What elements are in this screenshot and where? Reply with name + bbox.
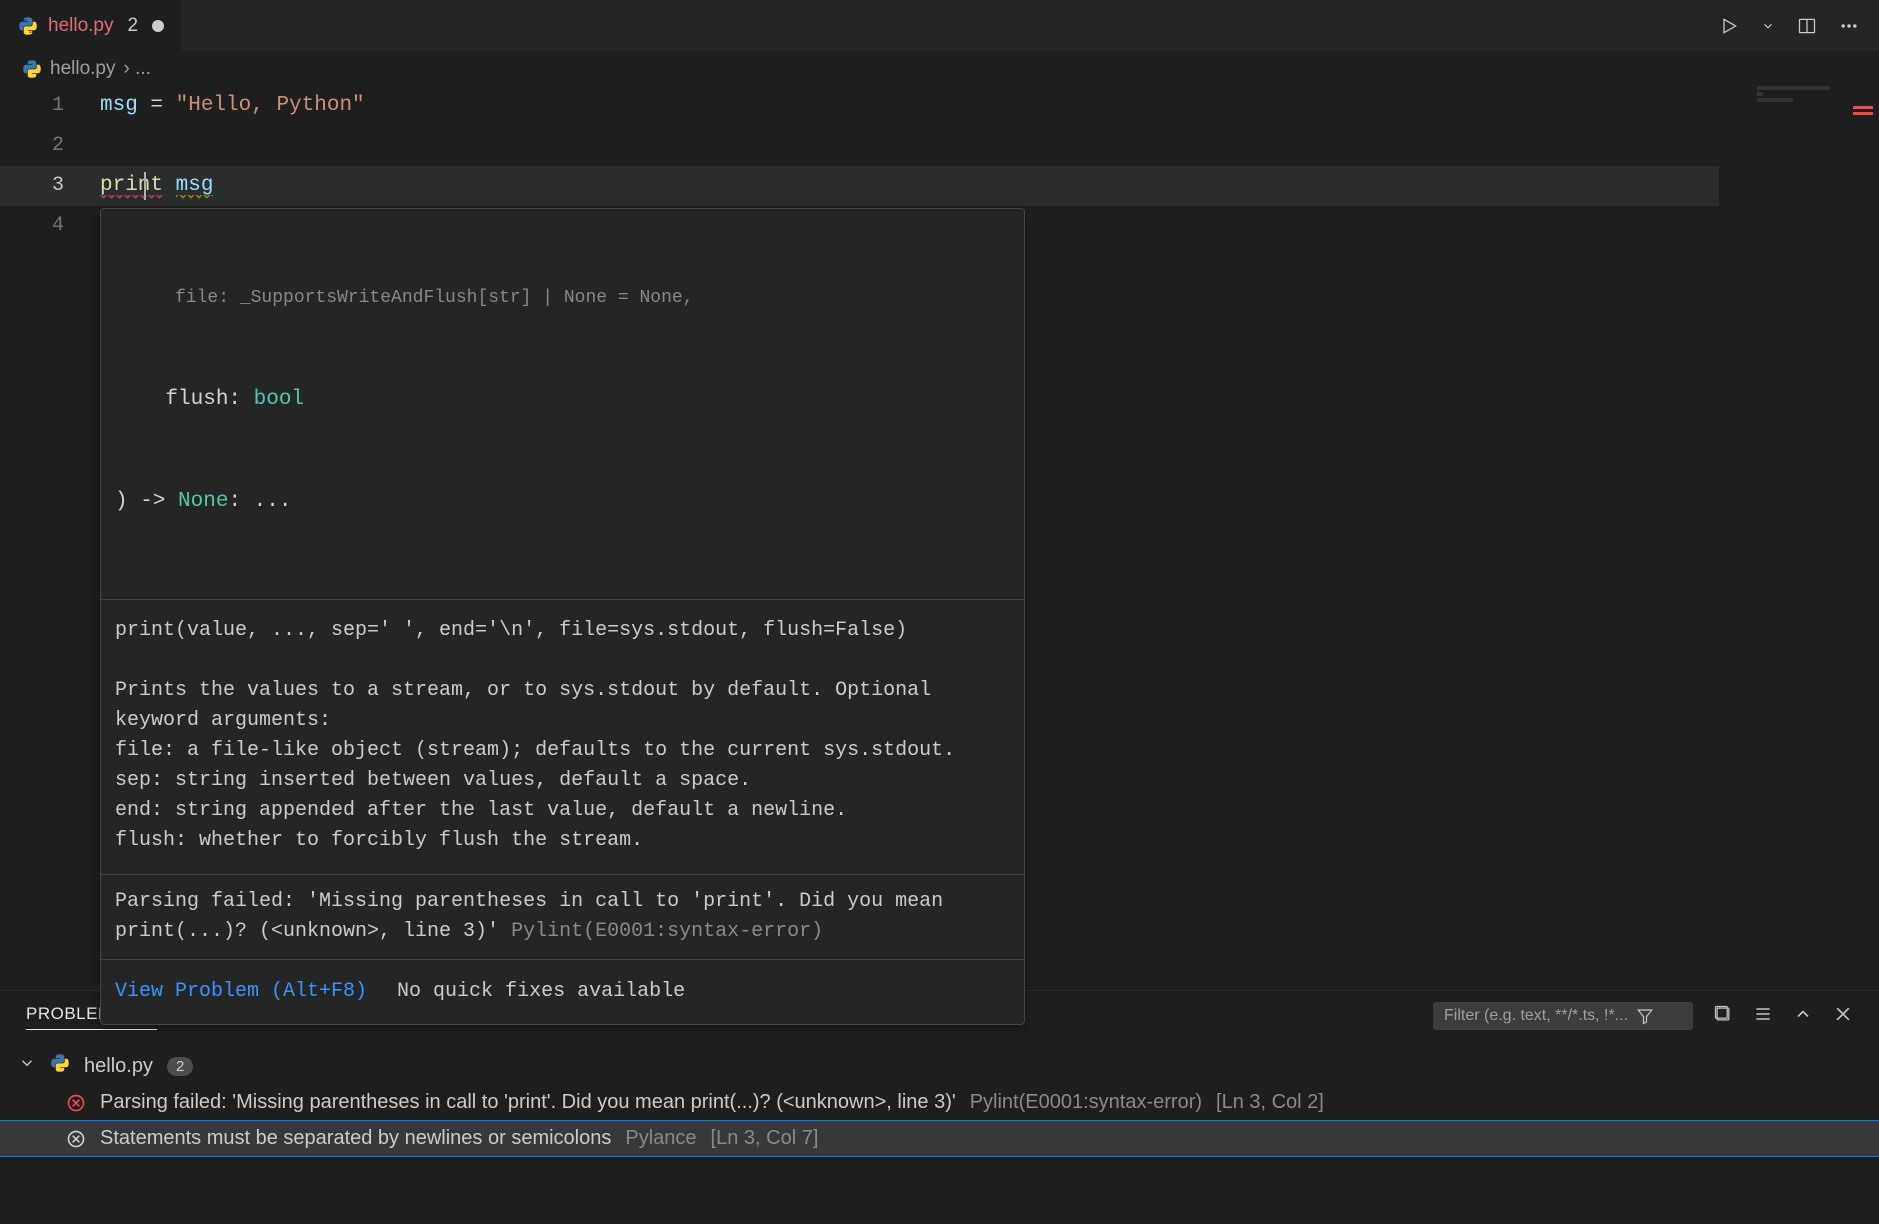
more-actions-icon[interactable] xyxy=(1839,16,1859,36)
chevron-down-icon xyxy=(18,1054,36,1078)
no-quick-fix-label: No quick fixes available xyxy=(397,972,685,1012)
tab-filename: hello.py xyxy=(48,15,114,37)
code-line-1[interactable]: msg = "Hello, Python" xyxy=(100,86,1879,126)
problem-item[interactable]: Parsing failed: 'Missing parentheses in … xyxy=(18,1085,1861,1120)
problems-file-count: 2 xyxy=(167,1057,193,1076)
python-icon xyxy=(50,1053,70,1079)
text-cursor xyxy=(144,172,146,200)
problems-file-row[interactable]: hello.py 2 xyxy=(18,1047,1861,1085)
split-editor-icon[interactable] xyxy=(1797,16,1817,36)
view-problem-link[interactable]: View Problem (Alt+F8) xyxy=(115,972,367,1012)
editor[interactable]: 1 2 3 4 msg = "Hello, Python" print msg … xyxy=(0,86,1879,990)
python-icon xyxy=(22,59,42,79)
view-as-tree-icon[interactable] xyxy=(1753,1004,1773,1029)
problems-list: hello.py 2 Parsing failed: 'Missing pare… xyxy=(0,1041,1879,1163)
breadcrumb-rest: › ... xyxy=(124,58,151,80)
breadcrumb[interactable]: hello.py › ... xyxy=(0,52,1879,86)
panel-close-icon[interactable] xyxy=(1833,1004,1853,1029)
tab-bar: hello.py 2 xyxy=(0,0,1879,52)
run-icon[interactable] xyxy=(1719,16,1739,36)
hover-signature: file: _SupportsWriteAndFlush[str] | None… xyxy=(101,209,1024,600)
editor-tab[interactable]: hello.py 2 xyxy=(0,0,183,51)
minimap[interactable] xyxy=(1757,86,1877,146)
error-icon xyxy=(66,1093,86,1113)
tab-problem-count: 2 xyxy=(124,15,143,37)
code-line-3[interactable]: print msg xyxy=(100,166,1879,206)
problems-file-name: hello.py xyxy=(84,1055,153,1078)
panel-chevron-icon[interactable] xyxy=(1793,1004,1813,1029)
editor-actions xyxy=(1719,0,1879,51)
hover-status-bar: View Problem (Alt+F8) No quick fixes ava… xyxy=(101,960,1024,1024)
breadcrumb-file: hello.py xyxy=(50,58,116,80)
problem-item[interactable]: Statements must be separated by newlines… xyxy=(0,1120,1879,1157)
run-dropdown-icon[interactable] xyxy=(1761,19,1775,33)
problems-filter-input[interactable]: Filter (e.g. text, **/*.ts, !*... xyxy=(1433,1002,1693,1030)
line-gutter: 1 2 3 4 xyxy=(0,86,90,246)
error-icon xyxy=(66,1129,86,1149)
filter-icon xyxy=(1636,1007,1654,1025)
python-icon xyxy=(18,16,38,36)
code-line-2[interactable] xyxy=(100,126,1879,166)
hover-tooltip[interactable]: file: _SupportsWriteAndFlush[str] | None… xyxy=(100,208,1025,1025)
filter-placeholder: Filter (e.g. text, **/*.ts, !*... xyxy=(1444,1007,1628,1025)
hover-error: Parsing failed: 'Missing parentheses in … xyxy=(101,875,1024,960)
code-content[interactable]: msg = "Hello, Python" print msg file: _S… xyxy=(100,86,1879,246)
tab-dirty-indicator xyxy=(152,20,164,32)
hover-documentation: print(value, ..., sep=' ', end='\n', fil… xyxy=(101,600,1024,875)
bottom-panel: PROBLEMS 2 OUTPUT TERMINAL Filter (e.g. … xyxy=(0,990,1879,1224)
collapse-all-icon[interactable] xyxy=(1713,1004,1733,1029)
